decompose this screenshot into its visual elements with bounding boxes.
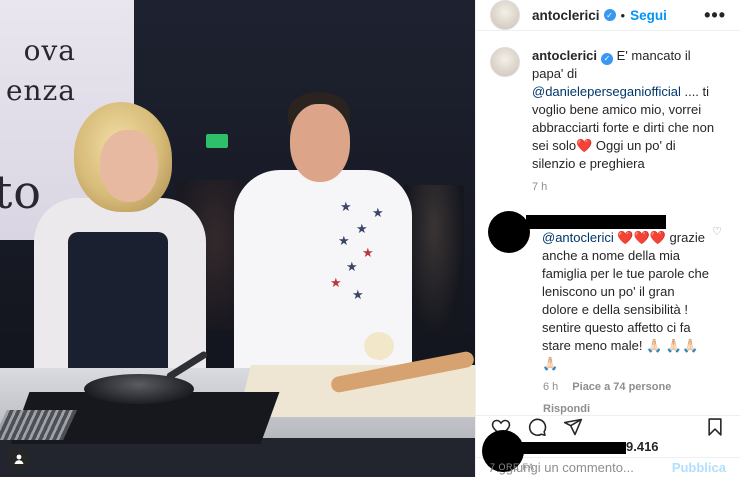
redacted-likes-text: [516, 442, 626, 454]
share-icon[interactable]: [562, 416, 584, 438]
banner-text: ova: [23, 34, 76, 67]
likes-count[interactable]: 9.416: [626, 439, 659, 454]
redacted-avatar: [488, 211, 530, 253]
verified-icon: ✓: [601, 53, 614, 65]
comment-icon[interactable]: [526, 416, 548, 438]
star-icon: ★: [346, 259, 358, 274]
star-icon: ★: [338, 233, 350, 248]
comment-item: @antoclerici ❤️❤️❤️ grazie anche a nome …: [488, 211, 726, 373]
separator: •: [620, 7, 626, 23]
likes-row: 9.416 7 ORE FA: [476, 430, 740, 472]
comments-section[interactable]: antoclerici ✓ E' mancato il papa' di @dan…: [476, 31, 740, 415]
follow-button[interactable]: Segui: [630, 8, 667, 23]
frying-pan: [84, 374, 194, 404]
avatar[interactable]: [490, 47, 520, 77]
exit-sign: [206, 134, 228, 148]
heart-emoji: ❤️: [576, 138, 593, 153]
caption-mention-link[interactable]: @danieleperseganiofficial: [532, 84, 681, 99]
user-tag-icon[interactable]: [8, 448, 30, 470]
more-options-icon[interactable]: •••: [704, 5, 726, 26]
post-sidebar: antoclerici ✓ • Segui ••• antoclerici ✓ E…: [475, 0, 740, 477]
star-icon: ★: [352, 287, 364, 302]
banner-text: to: [0, 165, 42, 219]
star-icon: ★: [356, 221, 368, 236]
post-photo[interactable]: ova enza to ★ ★ ★ ★ ★ ★ ★ ★: [0, 0, 475, 477]
star-icon: ★: [330, 275, 342, 290]
post-header: antoclerici ✓ • Segui •••: [476, 0, 740, 31]
chef-face: [290, 104, 350, 182]
star-icon: ★: [340, 199, 352, 214]
comment-body: grazie anche a nome della mia famiglia p…: [542, 230, 709, 371]
caption-username[interactable]: antoclerici: [532, 48, 597, 63]
comment-timestamp[interactable]: 6 h: [543, 381, 558, 393]
comment-mention-link[interactable]: @antoclerici: [542, 230, 614, 245]
star-icon: ★: [372, 205, 384, 220]
publish-button[interactable]: Pubblica: [672, 460, 726, 475]
comment-likes[interactable]: Piace a 74 persone: [572, 381, 671, 393]
dough-ball: [364, 332, 394, 360]
like-comment-icon[interactable]: ♡: [712, 225, 722, 238]
woman-face: [100, 130, 158, 202]
caption-timestamp[interactable]: 7 h: [532, 181, 726, 193]
banner-text: enza: [5, 74, 76, 107]
hearts-emoji: ❤️❤️❤️: [617, 230, 666, 245]
save-icon[interactable]: [704, 416, 726, 438]
redacted-username: [526, 215, 666, 229]
caption: antoclerici ✓ E' mancato il papa' di @dan…: [490, 47, 726, 173]
comment-text: @antoclerici ❤️❤️❤️ grazie anche a nome …: [542, 211, 714, 373]
verified-icon: ✓: [603, 9, 616, 21]
background-man: [404, 185, 464, 335]
header-username[interactable]: antoclerici: [532, 8, 600, 23]
post-time-ago[interactable]: 7 ORE FA: [490, 462, 535, 472]
star-icon: ★: [362, 245, 374, 260]
caption-text: antoclerici ✓ E' mancato il papa' di @dan…: [532, 47, 722, 173]
avatar[interactable]: [490, 0, 520, 30]
reply-button[interactable]: Rispondi: [543, 403, 726, 415]
comment-meta: 6 h Piace a 74 persone: [543, 381, 726, 393]
instagram-post: ova enza to ★ ★ ★ ★ ★ ★ ★ ★ antoclerici …: [0, 0, 740, 477]
